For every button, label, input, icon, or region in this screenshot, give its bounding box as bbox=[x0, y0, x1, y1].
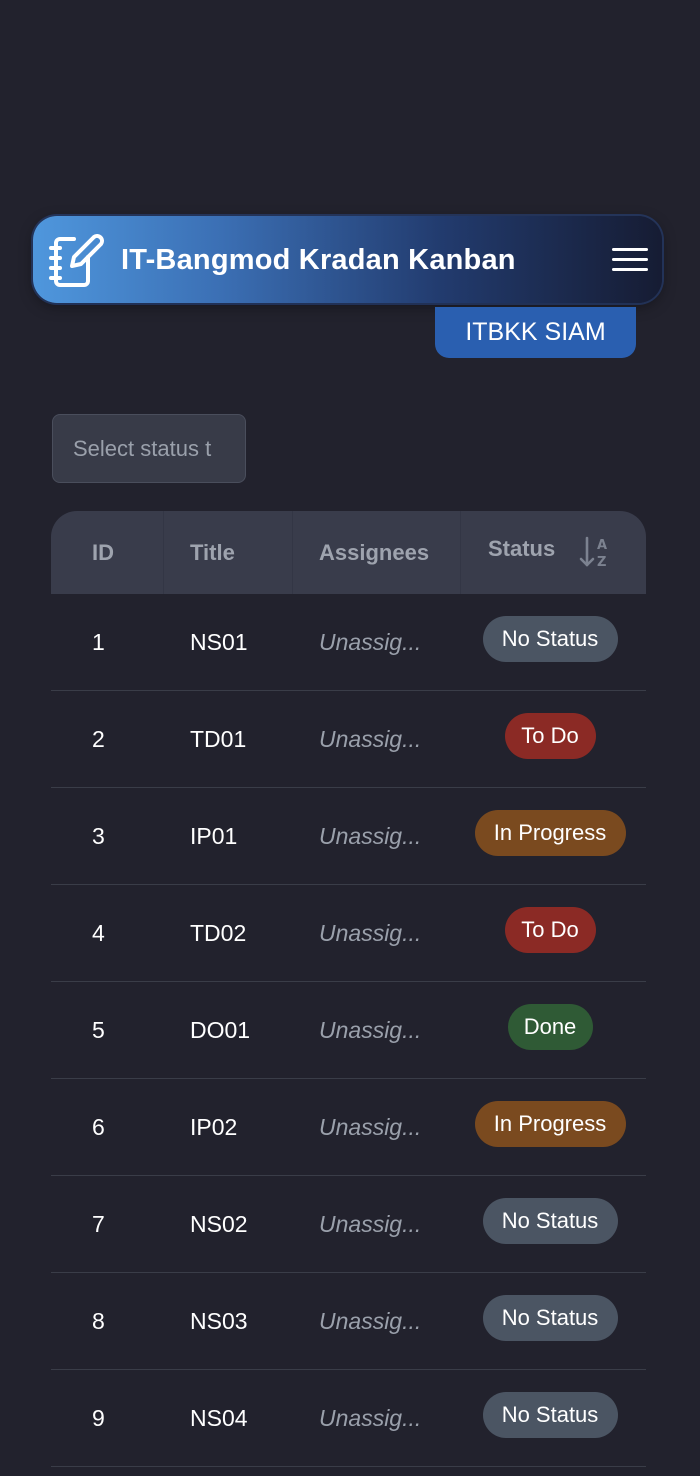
board-name-badge[interactable]: ITBKK SIAM bbox=[435, 307, 636, 358]
task-id: 8 bbox=[92, 1307, 105, 1334]
task-title[interactable]: NS03 bbox=[190, 1273, 248, 1369]
notebook-pen-icon[interactable] bbox=[48, 231, 106, 289]
column-header-title: Title bbox=[164, 511, 293, 594]
task-id: 3 bbox=[92, 822, 105, 849]
status-badge: No Status bbox=[482, 616, 618, 662]
task-assignees: Unassig... bbox=[319, 919, 422, 946]
table-row[interactable]: 2 TD01 Unassig... To Do bbox=[51, 691, 646, 788]
table-row[interactable]: 8 NS03 Unassig... No Status bbox=[51, 1273, 646, 1370]
svg-text:Z: Z bbox=[597, 555, 606, 570]
table-row[interactable]: 5 DO01 Unassig... Done bbox=[51, 982, 646, 1079]
task-assignees: Unassig... bbox=[319, 1210, 422, 1237]
status-badge: No Status bbox=[482, 1392, 618, 1438]
status-badge: No Status bbox=[482, 1295, 618, 1341]
status-badge: In Progress bbox=[474, 1101, 626, 1147]
table-row[interactable]: 7 NS02 Unassig... No Status bbox=[51, 1176, 646, 1273]
hamburger-menu-icon[interactable] bbox=[612, 241, 648, 277]
task-id: 4 bbox=[92, 919, 105, 946]
task-assignees: Unassig... bbox=[319, 1113, 422, 1140]
task-assignees: Unassig... bbox=[319, 1404, 422, 1431]
task-title[interactable]: IP02 bbox=[190, 1079, 237, 1175]
column-header-status[interactable]: Status bbox=[461, 511, 646, 594]
table-row[interactable]: 1 NS01 Unassig... No Status bbox=[51, 594, 646, 691]
task-id: 2 bbox=[92, 725, 105, 752]
status-badge: In Progress bbox=[474, 810, 626, 856]
task-title[interactable]: NS04 bbox=[190, 1370, 248, 1466]
table-header: ID Title Assignees Status A Z bbox=[51, 511, 646, 594]
task-id: 1 bbox=[92, 628, 105, 655]
table-row[interactable]: 4 TD02 Unassig... To Do bbox=[51, 885, 646, 982]
status-badge: To Do bbox=[504, 713, 596, 759]
column-header-id: ID bbox=[51, 511, 164, 594]
task-assignees: Unassig... bbox=[319, 1016, 422, 1043]
task-id: 7 bbox=[92, 1210, 105, 1237]
task-title[interactable]: DO01 bbox=[190, 982, 250, 1078]
table-body: 1 NS01 Unassig... No Status 2 TD01 Unassig... T… bbox=[51, 594, 646, 1467]
task-title[interactable]: NS02 bbox=[190, 1176, 248, 1272]
status-badge: No Status bbox=[482, 1198, 618, 1244]
task-title[interactable]: TD01 bbox=[190, 691, 246, 787]
task-title[interactable]: IP01 bbox=[190, 788, 237, 884]
task-assignees: Unassig... bbox=[319, 1307, 422, 1334]
status-filter-select[interactable]: Select status t bbox=[52, 414, 246, 483]
task-id: 5 bbox=[92, 1016, 105, 1043]
status-badge: Done bbox=[507, 1004, 593, 1050]
status-filter-placeholder: Select status t bbox=[73, 435, 212, 461]
task-title[interactable]: TD02 bbox=[190, 885, 246, 981]
status-badge: To Do bbox=[504, 907, 596, 953]
task-table: ID Title Assignees Status A Z 1 NS01 Unass… bbox=[51, 511, 646, 1467]
table-row[interactable]: 3 IP01 Unassig... In Progress bbox=[51, 788, 646, 885]
menu-bar-bottom bbox=[612, 267, 648, 271]
svg-text:A: A bbox=[597, 538, 607, 553]
navbar: IT-Bangmod Kradan Kanban bbox=[33, 216, 662, 303]
task-title[interactable]: NS01 bbox=[190, 594, 248, 690]
menu-bar-middle bbox=[612, 257, 648, 261]
sort-alpha-ascending-icon[interactable]: A Z bbox=[578, 534, 614, 570]
task-assignees: Unassig... bbox=[319, 822, 422, 849]
menu-bar-top bbox=[612, 247, 648, 251]
task-assignees: Unassig... bbox=[319, 725, 422, 752]
task-id: 6 bbox=[92, 1113, 105, 1140]
app-title: IT-Bangmod Kradan Kanban bbox=[121, 244, 516, 276]
task-assignees: Unassig... bbox=[319, 628, 422, 655]
table-row[interactable]: 6 IP02 Unassig... In Progress bbox=[51, 1079, 646, 1176]
task-id: 9 bbox=[92, 1404, 105, 1431]
column-header-assignees: Assignees bbox=[293, 511, 461, 594]
table-row[interactable]: 9 NS04 Unassig... No Status bbox=[51, 1370, 646, 1467]
